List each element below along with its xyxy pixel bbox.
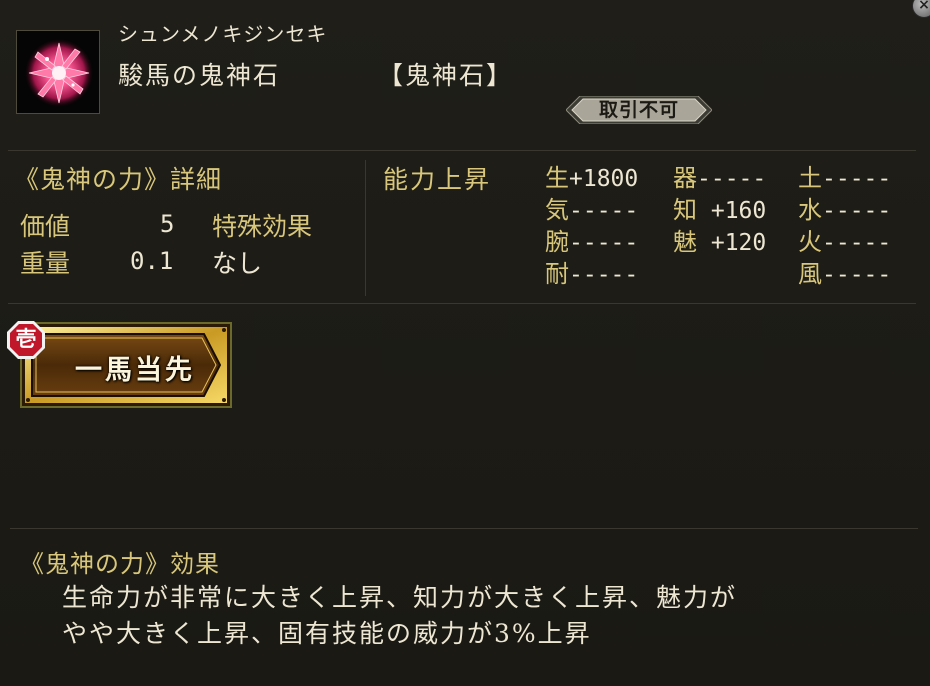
stat-key: 耐	[545, 260, 569, 288]
stat-strength: 腕-----	[545, 226, 638, 258]
stat-dexterity: 器-----	[673, 162, 766, 194]
stat-key: 腕	[545, 228, 569, 256]
close-icon[interactable]: ×	[912, 0, 930, 18]
item-reading: シュンメノキジンセキ	[118, 22, 328, 46]
stat-water: 水-----	[798, 194, 891, 226]
weight-label: 重量	[20, 249, 71, 278]
stat-life: 生+1800	[545, 162, 638, 194]
stat-value: -----	[822, 262, 892, 288]
stat-value: -----	[822, 198, 892, 224]
stat-intellect: 知 +160	[673, 194, 766, 226]
stat-key: 土	[798, 164, 822, 192]
stat-value: -----	[569, 262, 639, 288]
item-name: 駿馬の鬼神石	[118, 61, 281, 90]
value-label: 価値	[20, 212, 71, 241]
stat-key: 水	[798, 196, 822, 224]
stat-value: +160	[697, 198, 767, 224]
stat-key: 生	[545, 164, 569, 192]
ability-title: 能力上昇	[383, 165, 492, 194]
stat-value: -----	[697, 166, 767, 192]
stat-value: +1800	[569, 166, 639, 192]
stat-value: -----	[569, 230, 639, 256]
special-effect-value: なし	[212, 249, 263, 278]
stat-wind: 風-----	[798, 258, 891, 290]
effect-description-line: 生命力が非常に大きく上昇、知力が大きく上昇、魅力が	[62, 583, 738, 612]
crystal-gem-icon	[25, 39, 93, 107]
item-icon-frame	[16, 30, 100, 114]
stat-earth: 土-----	[798, 162, 891, 194]
stat-value: -----	[822, 166, 892, 192]
divider	[10, 528, 918, 529]
stat-value: +120	[697, 230, 767, 256]
special-effect-label: 特殊効果	[212, 212, 313, 241]
skill-card[interactable]: 一馬当先	[20, 322, 232, 408]
effect-title: 《鬼神の力》効果	[20, 550, 220, 578]
skill-name: 一馬当先	[75, 355, 195, 386]
stat-key: 知	[673, 196, 697, 224]
divider	[8, 150, 916, 151]
divider	[8, 303, 916, 304]
stat-key: 気	[545, 196, 569, 224]
skill-rank-label: 壱	[15, 326, 37, 351]
stat-key: 魅	[673, 228, 697, 256]
stat-key: 火	[798, 228, 822, 256]
stat-key: 風	[798, 260, 822, 288]
stat-fire: 火-----	[798, 226, 891, 258]
stat-charm: 魅 +120	[673, 226, 766, 258]
stat-spirit: 気-----	[545, 194, 638, 226]
rank-seal-icon: 壱	[6, 320, 46, 360]
item-detail-panel: × シュンメノキジンセキ 駿馬の鬼神石 【鬼神石】 取引不可 《鬼神の力》詳細 …	[0, 0, 930, 686]
stat-value: -----	[822, 230, 892, 256]
stat-endurance: 耐-----	[545, 258, 638, 290]
divider	[365, 160, 366, 296]
trade-status-badge: 取引不可	[566, 96, 712, 124]
details-title: 《鬼神の力》詳細	[14, 165, 223, 194]
stat-value: -----	[569, 198, 639, 224]
item-category: 【鬼神石】	[378, 61, 514, 90]
effect-description-line: やや大きく上昇、固有技能の威力が3%上昇	[62, 619, 592, 648]
value-amount: 5	[160, 210, 175, 238]
stat-key: 器	[673, 164, 697, 192]
weight-amount: 0.1	[130, 247, 174, 275]
trade-status-label: 取引不可	[598, 99, 679, 121]
